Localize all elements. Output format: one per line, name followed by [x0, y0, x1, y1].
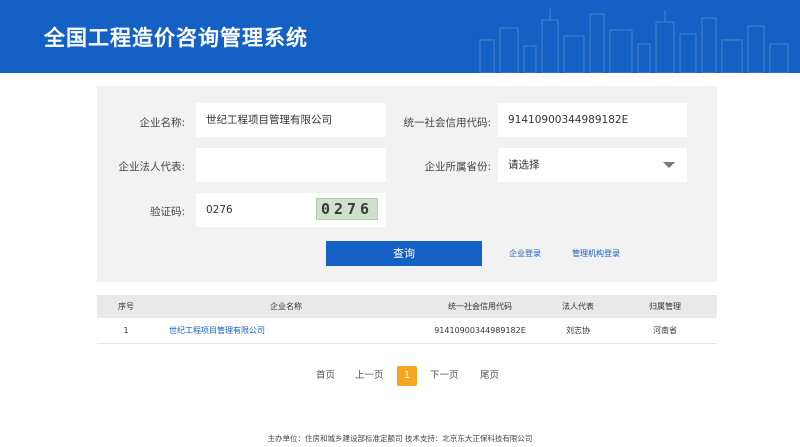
row-company-name-link[interactable]: 世纪工程项目管理有限公司 [155, 318, 417, 343]
column-header-company-name: 企业名称 [270, 302, 302, 311]
pagination-current-page[interactable]: 1 [397, 366, 417, 386]
row-credit-code: 91410900344989182E [434, 326, 526, 335]
pagination-next[interactable]: 下一页 [430, 367, 459, 385]
credit-code-label: 统一社会信用代码: [403, 117, 491, 129]
city-skyline-decoration [479, 8, 789, 73]
province-select[interactable]: 请选择 [498, 148, 687, 182]
company-login-link[interactable]: 企业登录 [509, 248, 541, 259]
captcha-input-value: 0276 [206, 204, 233, 216]
pagination-first[interactable]: 首页 [316, 367, 335, 385]
column-header-credit-code: 统一社会信用代码 [448, 302, 512, 311]
pagination-prev[interactable]: 上一页 [355, 367, 384, 385]
row-legal-rep: 刘志协 [566, 326, 590, 335]
legal-rep-label: 企业法人代表: [118, 161, 185, 173]
column-header-legal-rep: 法人代表 [562, 302, 594, 311]
company-name-label: 企业名称: [139, 117, 185, 129]
captcha-label: 验证码: [149, 206, 185, 218]
province-select-value: 请选择 [508, 159, 540, 171]
row-region: 河南省 [653, 326, 677, 335]
footer-text: 主办单位：住房和城乡建设部标准定额司 技术支持：北京东大正保科技有限公司 [267, 434, 533, 443]
table-header-row: 序号 企业名称 统一社会信用代码 法人代表 归属管理 [97, 295, 717, 318]
captcha-input[interactable]: 0276 0276 [196, 193, 386, 227]
pagination-last[interactable]: 尾页 [480, 367, 499, 385]
results-table: 序号 企业名称 统一社会信用代码 法人代表 归属管理 1 世纪工程项目管理有限公… [97, 295, 717, 344]
column-header-region: 归属管理 [649, 302, 681, 311]
page-title: 全国工程造价咨询管理系统 [44, 26, 308, 50]
query-button[interactable]: 查询 [326, 241, 482, 266]
header-banner: 全国工程造价咨询管理系统 [0, 0, 800, 73]
company-name-input[interactable]: 世纪工程项目管理有限公司 [196, 103, 386, 137]
agency-login-link[interactable]: 管理机构登录 [572, 248, 620, 259]
captcha-image[interactable]: 0276 [316, 198, 378, 220]
province-label: 企业所属省份: [424, 161, 491, 173]
row-index: 1 [123, 326, 129, 335]
table-row: 1 世纪工程项目管理有限公司 91410900344989182E 刘志协 河南… [97, 318, 717, 344]
credit-code-input[interactable]: 91410900344989182E [498, 103, 687, 137]
column-header-index: 序号 [118, 302, 134, 311]
legal-rep-input[interactable] [196, 148, 386, 182]
chevron-down-icon [663, 162, 675, 168]
